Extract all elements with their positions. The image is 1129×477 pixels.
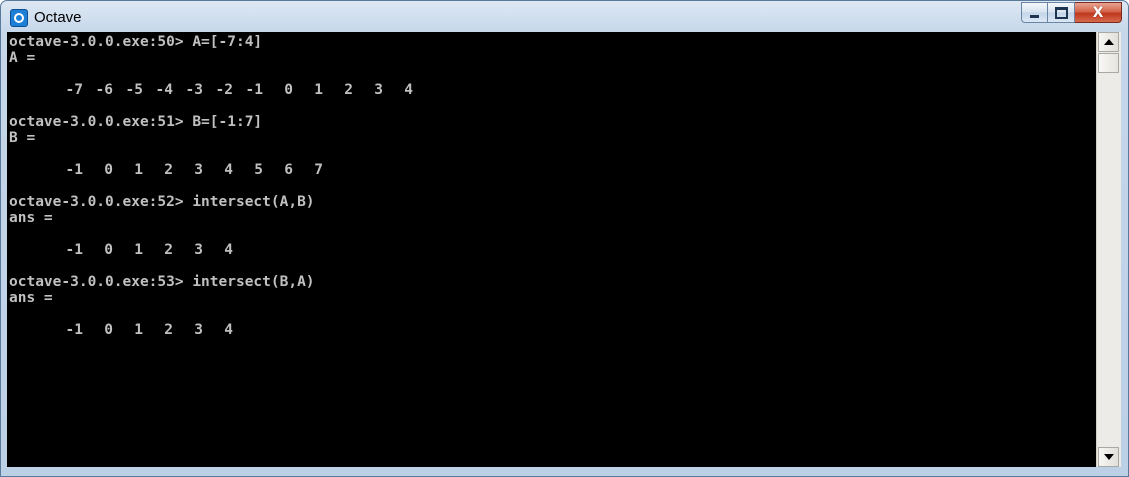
maximize-icon xyxy=(1054,6,1068,19)
arrow-up-icon xyxy=(1103,39,1114,45)
result-values: -1 0 1 2 3 4 xyxy=(9,242,385,258)
close-icon: X xyxy=(1092,4,1104,21)
prompt-line: octave-3.0.0.exe:52> intersect(A,B) xyxy=(9,194,315,210)
result-value: 4 xyxy=(224,242,233,258)
result-label: ans = xyxy=(9,290,53,306)
octave-app-icon[interactable] xyxy=(10,9,28,27)
close-button[interactable]: X xyxy=(1075,2,1122,23)
minimize-icon xyxy=(1030,14,1039,18)
prompt-line: octave-3.0.0.exe:50> A=[-7:4] xyxy=(9,34,263,50)
title-bar[interactable]: Octave X xyxy=(1,1,1128,33)
console-content: octave-3.0.0.exe:50> A=[-7:4] A = -7 -6 -5 -4… xyxy=(9,34,413,354)
result-value: 7 xyxy=(314,162,323,178)
result-value: 4 xyxy=(224,322,233,338)
scroll-thumb[interactable] xyxy=(1098,53,1119,73)
console-output[interactable]: octave-3.0.0.exe:50> A=[-7:4] A = -7 -6 -5 -4… xyxy=(7,32,1096,467)
caption-buttons: X xyxy=(1021,2,1122,24)
result-label: A = xyxy=(9,50,36,66)
scroll-up-button[interactable] xyxy=(1098,32,1119,52)
vertical-scrollbar[interactable] xyxy=(1096,32,1121,467)
prompt-line: octave-3.0.0.exe:53> intersect(B,A) xyxy=(9,274,315,290)
prompt-line: octave-3.0.0.exe:51> B=[-1:7] xyxy=(9,114,263,130)
result-value: 4 xyxy=(404,82,413,98)
result-label: ans = xyxy=(9,210,53,226)
minimize-button[interactable] xyxy=(1021,2,1048,23)
arrow-down-icon xyxy=(1103,454,1114,460)
result-values: -1 0 1 2 3 4 xyxy=(9,322,385,338)
result-values: -1 0 1 2 3 4 5 6 7 xyxy=(9,162,385,178)
scroll-down-button[interactable] xyxy=(1098,447,1119,467)
result-label: B = xyxy=(9,130,36,146)
result-values: -7 -6 -5 -4 -3 -2 -1 0 1 2 3 4 xyxy=(9,82,413,98)
window-title: Octave xyxy=(34,9,82,26)
maximize-button[interactable] xyxy=(1048,2,1075,23)
